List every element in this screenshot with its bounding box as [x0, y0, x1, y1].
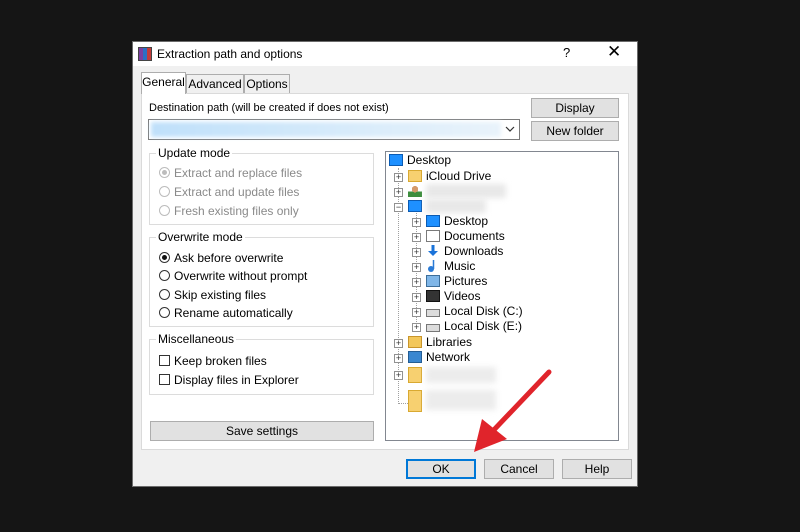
- new-folder-button[interactable]: New folder: [531, 121, 619, 141]
- videos-icon: [426, 290, 440, 302]
- destination-path-label: Destination path (will be created if doe…: [149, 102, 389, 114]
- expand-icon[interactable]: +: [412, 263, 421, 272]
- tree-item-icloud-drive[interactable]: iCloud Drive: [408, 169, 491, 184]
- blurred-path-text: [151, 122, 501, 137]
- folder-icon: [408, 390, 422, 412]
- folder-icon: [408, 170, 422, 182]
- close-icon[interactable]: ✕: [607, 42, 621, 62]
- tree-item-videos[interactable]: Videos: [426, 289, 480, 304]
- radio-button[interactable]: [159, 307, 170, 318]
- chevron-down-icon[interactable]: [503, 122, 517, 137]
- disk-icon: [426, 309, 440, 317]
- help-icon[interactable]: ?: [563, 45, 570, 60]
- expand-icon[interactable]: +: [412, 233, 421, 242]
- checkbox[interactable]: [159, 374, 170, 385]
- tab-advanced[interactable]: Advanced: [186, 74, 244, 93]
- overwrite-mode-title: Overwrite mode: [156, 230, 245, 244]
- disk-icon: [426, 324, 440, 332]
- tree-item-music[interactable]: Music: [426, 259, 475, 274]
- checkbox[interactable]: [159, 355, 170, 366]
- checkbox-keep-broken-files[interactable]: Keep broken files: [159, 353, 267, 369]
- tree-item-network[interactable]: Network: [408, 350, 470, 365]
- expand-icon[interactable]: +: [412, 308, 421, 317]
- radio-extract-update[interactable]: Extract and update files: [159, 184, 299, 200]
- tree-item-downloads[interactable]: Downloads: [426, 244, 503, 259]
- monitor-icon: [426, 215, 440, 227]
- radio-button[interactable]: [159, 289, 170, 300]
- download-icon: [426, 245, 440, 257]
- tree-item-pictures[interactable]: Pictures: [426, 274, 487, 289]
- monitor-icon: [408, 200, 422, 212]
- ok-button[interactable]: OK: [406, 459, 476, 479]
- expand-icon[interactable]: +: [412, 248, 421, 257]
- tree-item-user[interactable]: [408, 184, 506, 199]
- title-bar: Extraction path and options ? ✕: [133, 42, 637, 66]
- folder-icon: [408, 367, 422, 383]
- document-icon: [426, 230, 440, 242]
- update-mode-group: Update mode Extract and replace files Ex…: [149, 146, 374, 225]
- user-icon: [408, 185, 422, 197]
- radio-rename-automatically[interactable]: Rename automatically: [159, 305, 293, 321]
- radio-ask-before-overwrite[interactable]: Ask before overwrite: [159, 250, 283, 266]
- expand-icon[interactable]: +: [412, 293, 421, 302]
- tab-general[interactable]: General: [141, 72, 186, 94]
- radio-button[interactable]: [159, 167, 170, 178]
- miscellaneous-title: Miscellaneous: [156, 332, 237, 346]
- radio-button[interactable]: [159, 252, 170, 263]
- radio-fresh-existing[interactable]: Fresh existing files only: [159, 203, 299, 219]
- cancel-button[interactable]: Cancel: [484, 459, 554, 479]
- radio-overwrite-without-prompt[interactable]: Overwrite without prompt: [159, 268, 307, 284]
- help-button[interactable]: Help: [562, 459, 632, 479]
- tree-item-documents[interactable]: Documents: [426, 229, 505, 244]
- tree-item-desktop[interactable]: Desktop: [426, 214, 488, 229]
- expand-icon[interactable]: +: [394, 354, 403, 363]
- music-icon: [426, 260, 440, 272]
- radio-button[interactable]: [159, 205, 170, 216]
- expand-icon[interactable]: +: [394, 173, 403, 182]
- update-mode-title: Update mode: [156, 146, 233, 160]
- tree-item-local-disk-e[interactable]: Local Disk (E:): [426, 319, 522, 334]
- collapse-icon[interactable]: −: [394, 203, 403, 212]
- tree-item-hidden-folder-1[interactable]: [408, 367, 496, 383]
- tree-item-this-pc[interactable]: [408, 199, 486, 214]
- annotation-arrow-icon: [474, 369, 552, 452]
- tree-item-local-disk-c[interactable]: Local Disk (C:): [426, 304, 523, 319]
- expand-icon[interactable]: +: [394, 371, 403, 380]
- expand-icon[interactable]: +: [394, 188, 403, 197]
- expand-icon[interactable]: +: [412, 323, 421, 332]
- display-button[interactable]: Display: [531, 98, 619, 118]
- tree-item-libraries[interactable]: Libraries: [408, 335, 472, 350]
- overwrite-mode-group: Overwrite mode Ask before overwrite Over…: [149, 230, 374, 327]
- radio-button[interactable]: [159, 270, 170, 281]
- tree-item-desktop-root[interactable]: Desktop: [389, 153, 451, 168]
- save-settings-button[interactable]: Save settings: [150, 421, 374, 441]
- winrar-icon: [138, 47, 152, 61]
- radio-skip-existing[interactable]: Skip existing files: [159, 287, 266, 303]
- radio-extract-replace[interactable]: Extract and replace files: [159, 165, 302, 181]
- pictures-icon: [426, 275, 440, 287]
- miscellaneous-group: Miscellaneous Keep broken files Display …: [149, 332, 374, 395]
- tree-item-hidden-folder-2[interactable]: [408, 390, 496, 412]
- expand-icon[interactable]: +: [412, 218, 421, 227]
- window-title: Extraction path and options: [157, 47, 303, 61]
- expand-icon[interactable]: +: [412, 278, 421, 287]
- expand-icon[interactable]: +: [394, 339, 403, 348]
- network-icon: [408, 351, 422, 363]
- libraries-icon: [408, 336, 422, 348]
- monitor-icon: [389, 154, 403, 166]
- tab-options[interactable]: Options: [244, 74, 290, 93]
- destination-path-combobox[interactable]: [148, 119, 520, 140]
- checkbox-display-in-explorer[interactable]: Display files in Explorer: [159, 372, 299, 388]
- radio-button[interactable]: [159, 186, 170, 197]
